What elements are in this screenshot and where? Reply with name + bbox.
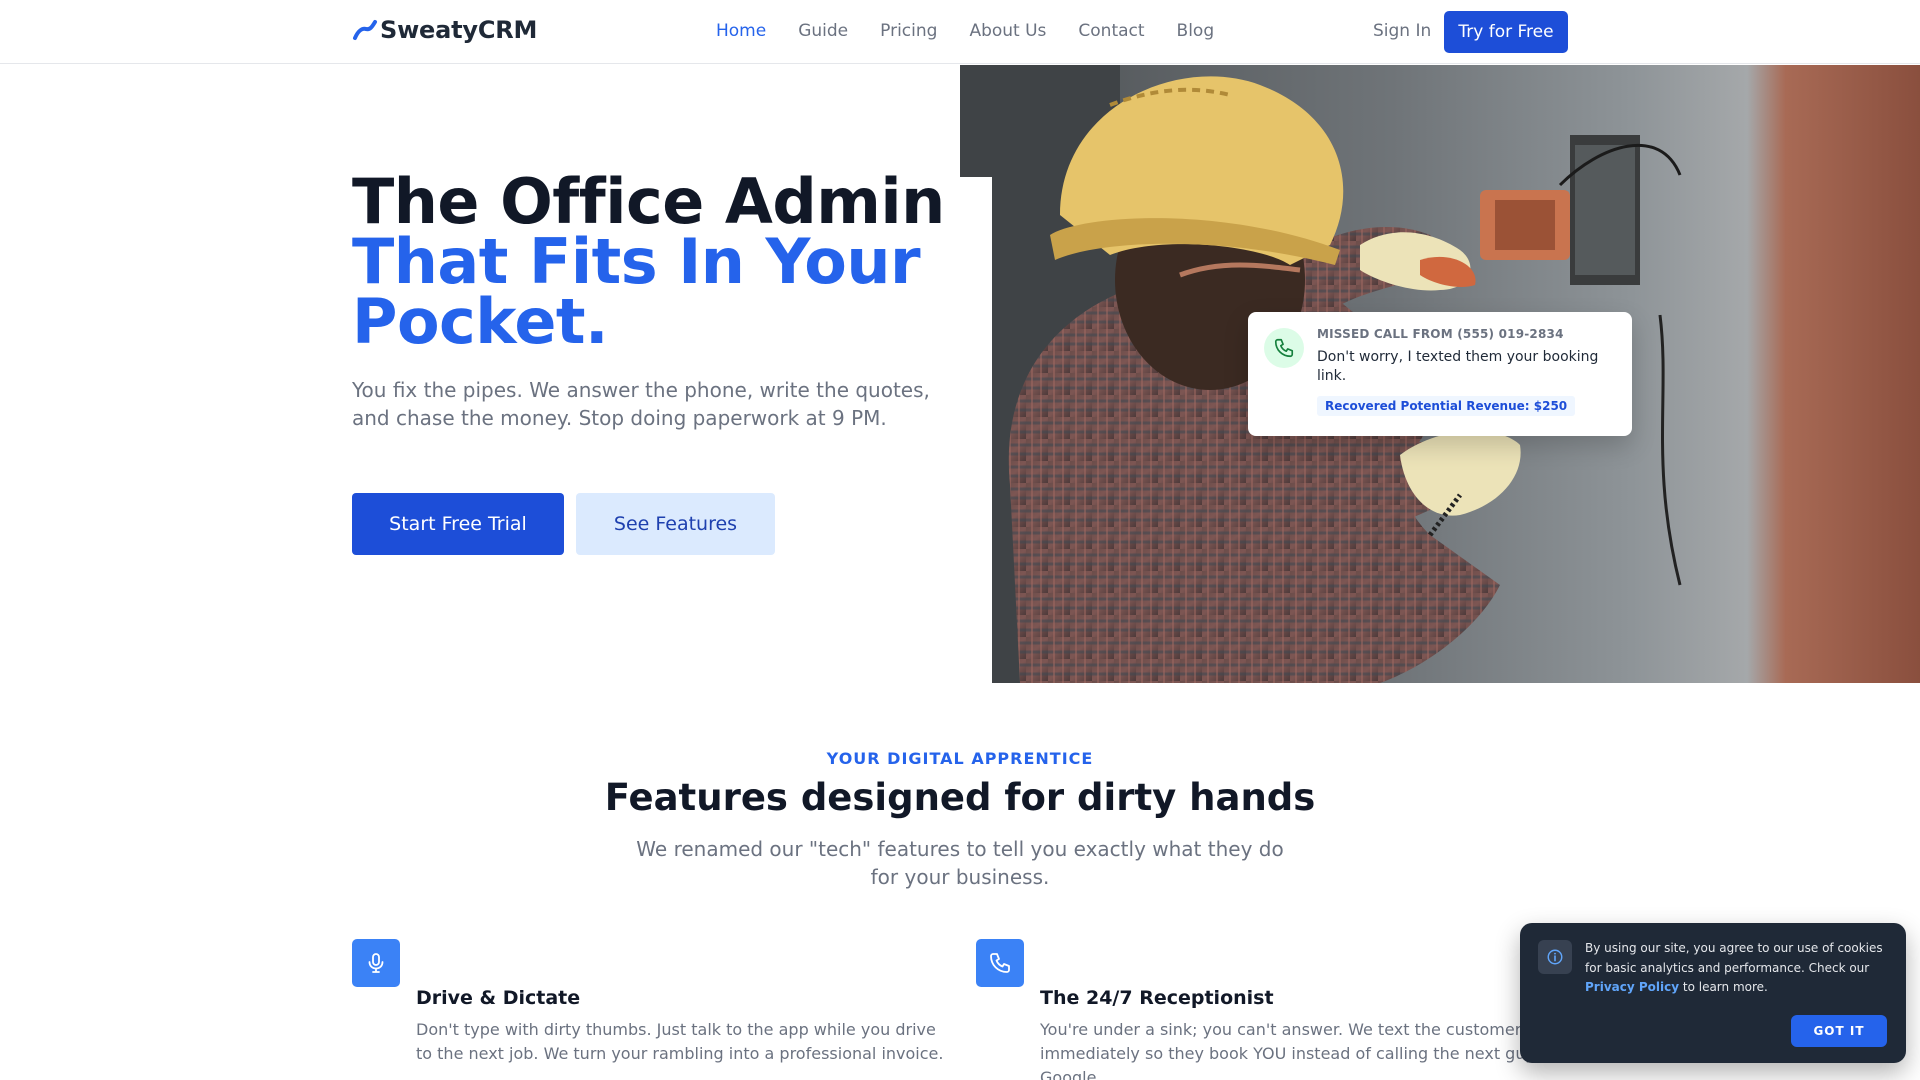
got-it-button[interactable]: GOT IT [1791, 1015, 1887, 1047]
feature-title-drive-dictate: Drive & Dictate [416, 987, 581, 1009]
feature-desc-line: to the next job. We turn your rambling i… [416, 1044, 944, 1063]
hero-title-line-3: Pocket. [352, 285, 609, 358]
microphone-icon [352, 939, 400, 987]
features-title: Features designed for dirty hands [604, 776, 1316, 819]
nav-link-home[interactable]: Home [716, 21, 766, 41]
feature-desc-line: Google. [1040, 1068, 1102, 1080]
top-navbar: SweatyCRM Home Guide Pricing About Us Co… [0, 0, 1920, 64]
nav-link-pricing[interactable]: Pricing [880, 21, 937, 41]
brand-name: SweatyCRM [380, 16, 538, 44]
cookie-text-after: to learn more. [1679, 980, 1768, 994]
sign-in-link[interactable]: Sign In [1373, 21, 1431, 41]
features-eyebrow: YOUR DIGITAL APPRENTICE [826, 749, 1094, 768]
brand-logo[interactable]: SweatyCRM [352, 16, 537, 44]
feature-desc-line: You're under a sink; you can't answer. W… [1040, 1020, 1522, 1039]
phone-icon [1264, 328, 1304, 368]
feature-desc-receptionist: You're under a sink; you can't answer. W… [1040, 1018, 1580, 1080]
feature-desc-line: immediately so they book YOU instead of … [1040, 1044, 1560, 1063]
hero-title-line-1: The Office Admin [352, 165, 945, 238]
hero-title-line-2: That Fits In Your [352, 225, 921, 298]
see-features-button[interactable]: See Features [576, 493, 775, 555]
hero-image-notch [960, 177, 992, 683]
missed-call-card: MISSED CALL FROM (555) 019-2834 Don't wo… [1248, 312, 1632, 436]
nav-link-contact[interactable]: Contact [1078, 21, 1144, 41]
swoosh-logo-icon [353, 20, 377, 40]
phone-icon [976, 939, 1024, 987]
feature-desc-line: Don't type with dirty thumbs. Just talk … [416, 1020, 936, 1039]
cookie-text-before: By using our site, you agree to our use … [1585, 941, 1883, 975]
hero-title: The Office Admin That Fits In Your Pocke… [352, 165, 945, 358]
privacy-policy-link[interactable]: Privacy Policy [1585, 980, 1679, 994]
cookie-message: By using our site, you agree to our use … [1585, 939, 1890, 998]
recovered-revenue-badge: Recovered Potential Revenue: $250 [1317, 396, 1576, 416]
nav-link-about-us[interactable]: About Us [969, 21, 1046, 41]
feature-desc-drive-dictate: Don't type with dirty thumbs. Just talk … [416, 1018, 956, 1066]
cookie-consent-banner: By using our site, you agree to our use … [1520, 923, 1906, 1063]
features-subtitle: We renamed our "tech" features to tell y… [636, 837, 1284, 889]
try-for-free-button[interactable]: Try for Free [1444, 11, 1568, 53]
nav-link-guide[interactable]: Guide [798, 21, 848, 41]
start-free-trial-button[interactable]: Start Free Trial [352, 493, 564, 555]
missed-call-message: Don't worry, I texted them your booking … [1317, 349, 1599, 384]
feature-title-receptionist: The 24/7 Receptionist [1040, 987, 1274, 1009]
missed-call-heading: MISSED CALL FROM (555) 019-2834 [1317, 327, 1564, 341]
nav-link-blog[interactable]: Blog [1177, 21, 1215, 41]
main-nav: Home Guide Pricing About Us Contact Blog [716, 21, 1214, 41]
hero-subtitle: You fix the pipes. We answer the phone, … [352, 378, 930, 430]
info-icon [1538, 940, 1572, 974]
